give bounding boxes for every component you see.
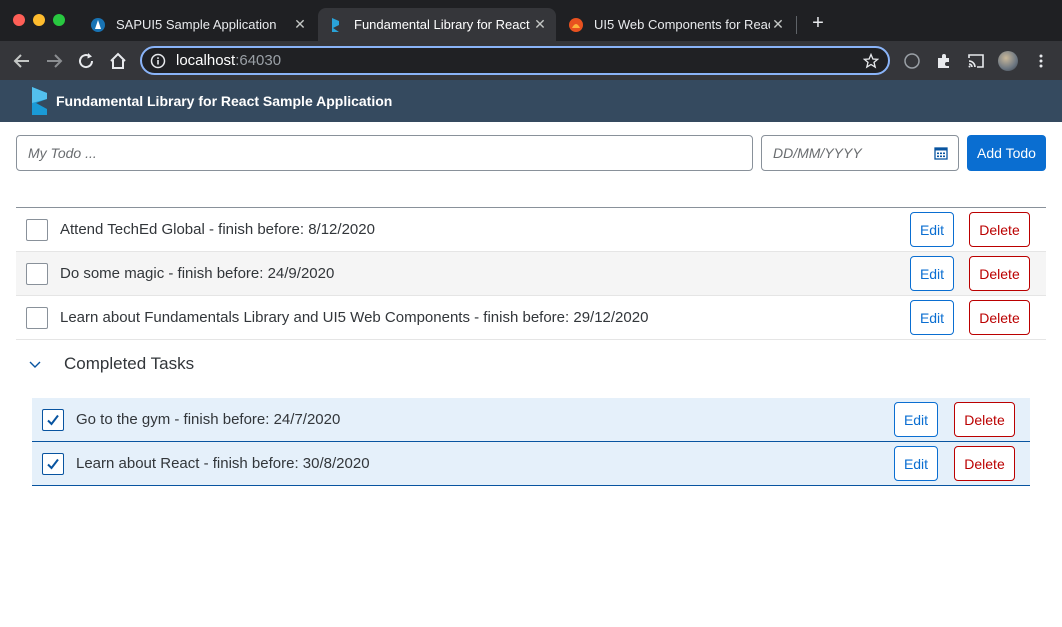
close-tab-icon[interactable]: ✕ bbox=[532, 16, 548, 33]
tab-sapui5[interactable]: SAPUI5 Sample Application ✕ bbox=[80, 8, 316, 41]
edit-button[interactable]: Edit bbox=[910, 300, 954, 335]
tab-title: SAPUI5 Sample Application bbox=[116, 17, 277, 32]
arrow-right-icon bbox=[47, 54, 63, 68]
completed-row: Learn about React - finish before: 30/8/… bbox=[32, 442, 1030, 486]
todo-text: Do some magic - finish before: 24/9/2020 bbox=[60, 265, 335, 282]
new-tab-button[interactable]: + bbox=[808, 13, 828, 33]
fundamental-favicon-icon bbox=[332, 17, 339, 32]
todo-row: Do some magic - finish before: 24/9/2020… bbox=[16, 252, 1046, 296]
todo-text: Learn about Fundamentals Library and UI5… bbox=[60, 309, 649, 326]
browser-menu-button[interactable] bbox=[1029, 49, 1053, 73]
todo-checkbox[interactable] bbox=[26, 218, 48, 241]
tab-fundamental-library[interactable]: Fundamental Library for React Sample App… bbox=[318, 8, 556, 41]
ui5-favicon-icon bbox=[91, 17, 105, 32]
browser-tab-bar: SAPUI5 Sample Application ✕ Fundamental … bbox=[0, 0, 1062, 41]
calendar-icon[interactable] bbox=[934, 146, 948, 160]
todo-input[interactable] bbox=[16, 135, 753, 171]
reload-icon bbox=[79, 53, 94, 69]
profile-avatar[interactable] bbox=[998, 51, 1018, 71]
extensions-button[interactable] bbox=[932, 49, 956, 73]
completed-checkbox[interactable] bbox=[42, 452, 64, 475]
add-todo-button[interactable]: Add Todo bbox=[967, 135, 1046, 171]
delete-button[interactable]: Delete bbox=[954, 446, 1015, 481]
date-picker[interactable] bbox=[761, 135, 959, 171]
checkmark-icon bbox=[47, 458, 59, 470]
completed-text: Learn about React - finish before: 30/8/… bbox=[76, 455, 370, 472]
back-button[interactable] bbox=[10, 49, 34, 73]
maximize-window-button[interactable] bbox=[53, 14, 65, 26]
app-shellbar: Fundamental Library for React Sample App… bbox=[0, 80, 1062, 122]
tab-divider bbox=[796, 16, 797, 34]
arrow-left-icon bbox=[13, 54, 29, 68]
cast-button[interactable] bbox=[964, 49, 988, 73]
close-tab-icon[interactable]: ✕ bbox=[770, 16, 786, 33]
tab-ui5-web-components[interactable]: UI5 Web Components for React Sample Appl… bbox=[558, 8, 794, 41]
cast-icon bbox=[968, 54, 984, 68]
edit-button[interactable]: Edit bbox=[894, 446, 938, 481]
delete-button[interactable]: Delete bbox=[954, 402, 1015, 437]
completed-section-title: Completed Tasks bbox=[64, 354, 195, 373]
tab-title: Fundamental Library for React Sample App… bbox=[354, 17, 532, 32]
edit-button[interactable]: Edit bbox=[894, 402, 938, 437]
todo-checkbox[interactable] bbox=[26, 306, 48, 329]
forward-button[interactable] bbox=[42, 49, 66, 73]
completed-section-header[interactable]: Completed Tasks bbox=[16, 344, 616, 384]
puzzle-icon bbox=[938, 54, 949, 68]
url-port: :64030 bbox=[235, 52, 282, 69]
delete-button[interactable]: Delete bbox=[969, 212, 1030, 247]
completed-checkbox[interactable] bbox=[42, 408, 64, 431]
home-icon bbox=[110, 52, 126, 69]
extension-circle-button[interactable] bbox=[900, 49, 924, 73]
todo-text: Attend TechEd Global - finish before: 8/… bbox=[60, 221, 375, 238]
url-host: localhost bbox=[176, 52, 236, 69]
home-button[interactable] bbox=[106, 49, 130, 73]
checkmark-icon bbox=[47, 414, 59, 426]
circle-extension-icon bbox=[904, 53, 920, 69]
info-icon[interactable] bbox=[150, 53, 166, 69]
bookmark-star-icon[interactable] bbox=[863, 53, 879, 69]
close-tab-icon[interactable]: ✕ bbox=[292, 16, 308, 33]
minimize-window-button[interactable] bbox=[33, 14, 45, 26]
todo-row: Learn about Fundamentals Library and UI5… bbox=[16, 296, 1046, 340]
todo-row: Attend TechEd Global - finish before: 8/… bbox=[16, 208, 1046, 252]
completed-text: Go to the gym - finish before: 24/7/2020 bbox=[76, 411, 341, 428]
edit-button[interactable]: Edit bbox=[910, 256, 954, 291]
app-title: Fundamental Library for React Sample App… bbox=[56, 93, 393, 109]
edit-button[interactable]: Edit bbox=[910, 212, 954, 247]
chevron-down-icon[interactable] bbox=[28, 357, 42, 371]
todo-checkbox[interactable] bbox=[26, 262, 48, 285]
reload-button[interactable] bbox=[74, 49, 98, 73]
more-vertical-icon bbox=[1039, 54, 1043, 68]
close-window-button[interactable] bbox=[13, 14, 25, 26]
delete-button[interactable]: Delete bbox=[969, 256, 1030, 291]
completed-list: Go to the gym - finish before: 24/7/2020… bbox=[32, 398, 1030, 486]
completed-row: Go to the gym - finish before: 24/7/2020… bbox=[32, 398, 1030, 442]
ui5-webcomponents-favicon-icon bbox=[569, 17, 583, 32]
delete-button[interactable]: Delete bbox=[969, 300, 1030, 335]
browser-toolbar: localhost :64030 bbox=[0, 41, 1062, 80]
address-bar[interactable]: localhost :64030 bbox=[140, 46, 890, 75]
date-field[interactable] bbox=[773, 136, 923, 170]
todo-list: Attend TechEd Global - finish before: 8/… bbox=[16, 207, 1046, 340]
fundamental-logo-icon bbox=[32, 87, 47, 115]
tab-title: UI5 Web Components for React Sample Appl… bbox=[594, 17, 770, 32]
